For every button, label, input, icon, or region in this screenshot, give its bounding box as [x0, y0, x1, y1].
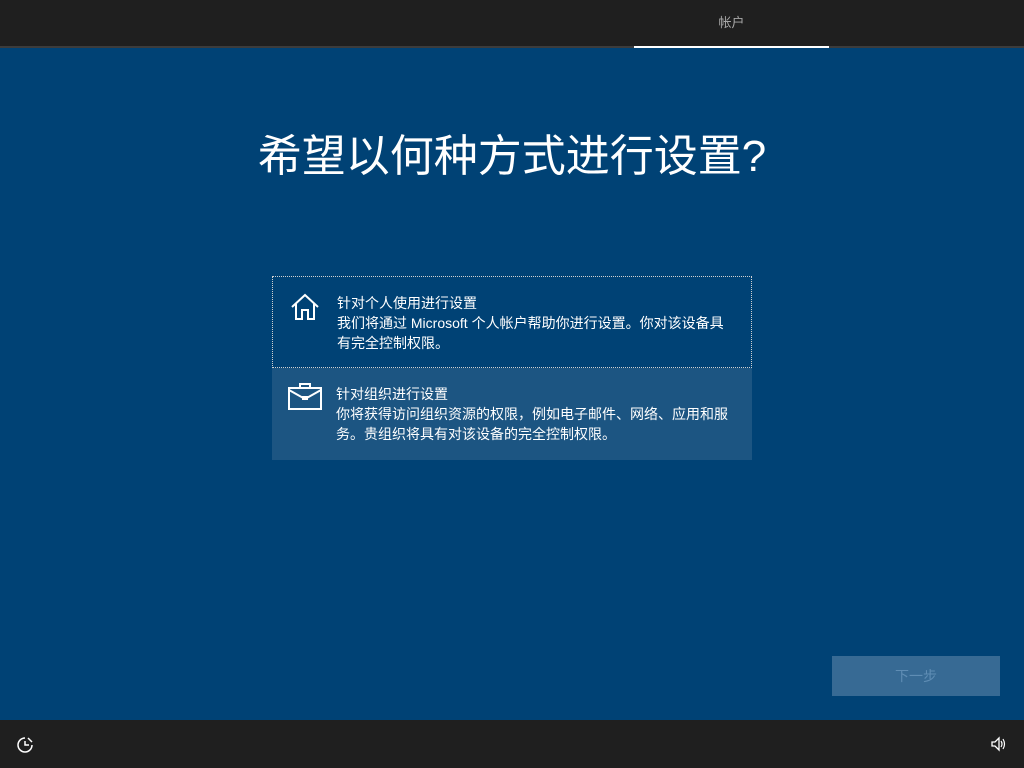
next-button[interactable]: 下一步 [832, 656, 1000, 696]
top-divider [0, 46, 1024, 48]
volume-icon[interactable] [990, 736, 1006, 752]
option-personal-use[interactable]: 针对个人使用进行设置 我们将通过 Microsoft 个人帐户帮助你进行设置。你… [272, 276, 752, 368]
tab-account: 帐户 [634, 0, 829, 48]
home-icon [291, 293, 319, 320]
option-personal-title: 针对个人使用进行设置 [337, 295, 477, 311]
page-title: 希望以何种方式进行设置? [257, 132, 767, 181]
option-organization-title: 针对组织进行设置 [336, 386, 448, 402]
accessibility-icon[interactable] [16, 736, 34, 754]
briefcase-icon [288, 383, 322, 410]
tab-active-indicator [634, 46, 829, 48]
option-organization[interactable]: 针对组织进行设置 你将获得访问组织资源的权限，例如电子邮件、网络、应用和服务。贵… [272, 368, 752, 460]
option-organization-description: 你将获得访问组织资源的权限，例如电子邮件、网络、应用和服务。贵组织将具有对该设备… [336, 406, 728, 442]
top-bar [0, 0, 1024, 46]
option-personal-description: 我们将通过 Microsoft 个人帐户帮助你进行设置。你对该设备具有完全控制权… [337, 315, 724, 351]
bottom-bar [0, 720, 1024, 768]
tab-account-label: 帐户 [718, 15, 745, 30]
